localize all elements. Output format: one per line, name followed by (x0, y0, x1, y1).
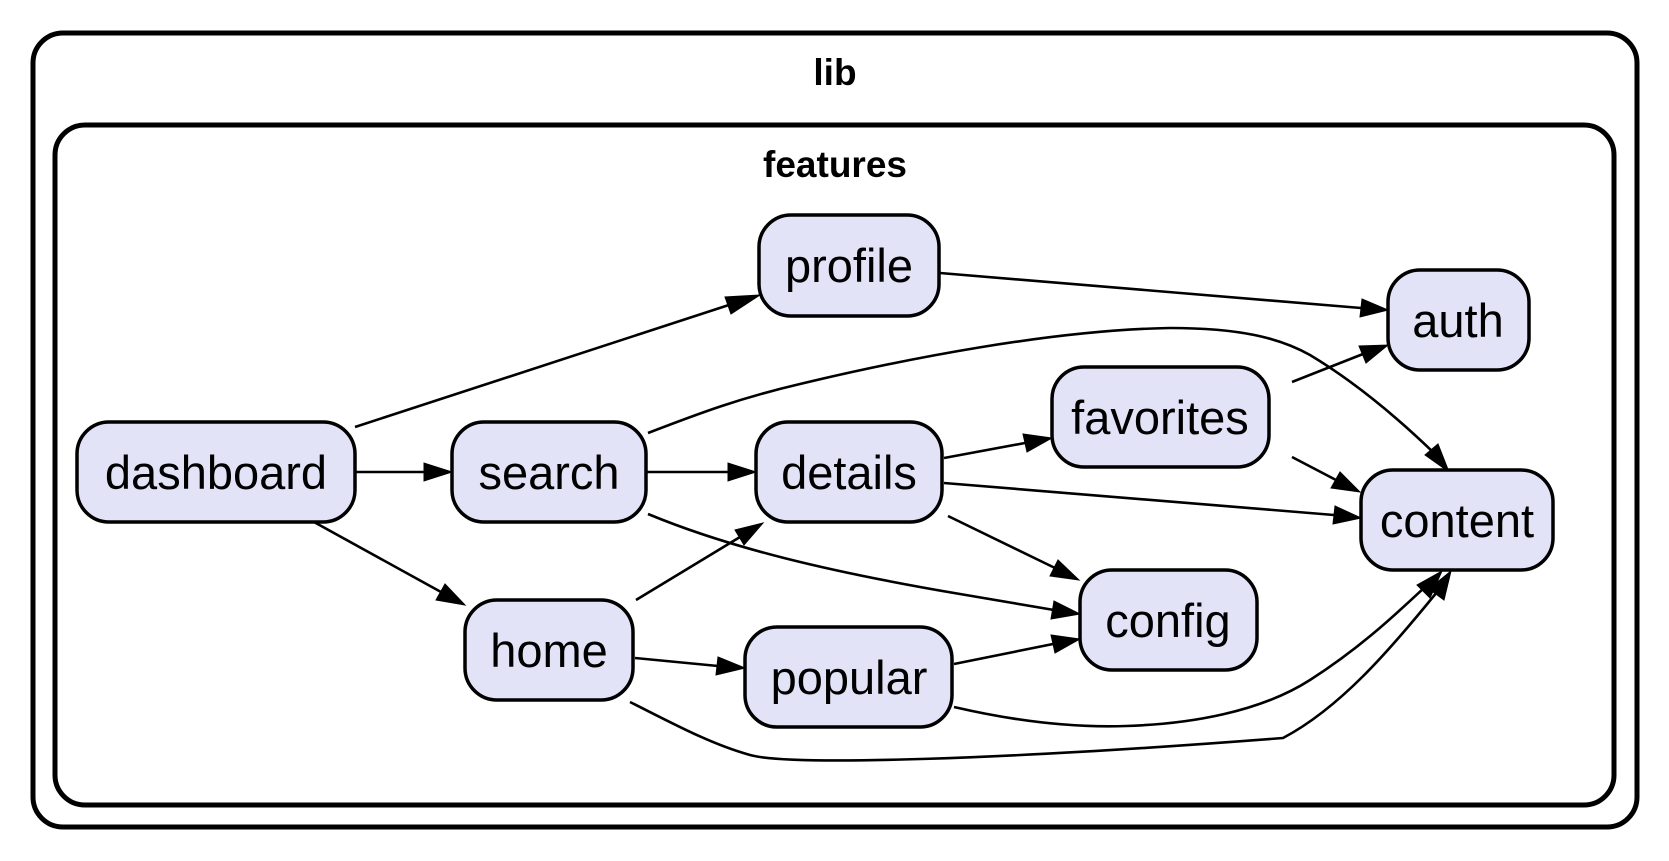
edge-details-favorites[interactable] (943, 433, 1054, 460)
edge-search-config[interactable] (647, 512, 1082, 620)
edge-details-content[interactable] (943, 481, 1363, 525)
node-home[interactable]: home (463, 598, 635, 702)
edge-line (1291, 352, 1364, 384)
node-label: home (490, 624, 608, 677)
edge-line (313, 520, 442, 594)
edge-line (943, 481, 1335, 517)
arrowhead-icon (1050, 600, 1082, 620)
node-content[interactable]: content (1359, 468, 1555, 572)
node-dashboard[interactable]: dashboard (75, 420, 357, 524)
edge-favorites-auth[interactable] (1291, 344, 1390, 384)
edge-line (943, 441, 1026, 460)
arrowhead-icon (435, 583, 467, 606)
edge-favorites-content[interactable] (1291, 455, 1362, 493)
arrowhead-icon (724, 294, 762, 315)
node-favorites[interactable]: favorites (1050, 365, 1271, 469)
arrowhead-icon (1359, 298, 1390, 318)
node-search[interactable]: search (450, 420, 648, 524)
arrowhead-icon (1358, 344, 1390, 364)
node-label: favorites (1071, 391, 1249, 444)
node-label: auth (1412, 294, 1503, 347)
arrowhead-icon (715, 656, 747, 676)
node-label: search (478, 446, 619, 499)
node-label: popular (771, 651, 928, 704)
node-label: content (1380, 494, 1534, 547)
arrowhead-icon (1049, 559, 1081, 581)
node-config[interactable]: config (1078, 568, 1259, 672)
edge-dashboard-search[interactable] (355, 462, 454, 482)
arrowhead-icon (1332, 505, 1363, 525)
dependency-graph: lib features dashboard search profile de… (30, 30, 1640, 830)
edge-dashboard-profile[interactable] (354, 294, 762, 429)
node-label: profile (785, 239, 913, 292)
edge-line (947, 514, 1056, 570)
arrowhead-icon (1330, 471, 1362, 493)
node-label: config (1105, 594, 1230, 647)
edge-line (634, 656, 719, 668)
arrowhead-icon (1022, 433, 1054, 453)
edge-details-config[interactable] (947, 514, 1081, 581)
edge-home-popular[interactable] (634, 656, 747, 676)
cluster-lib-label: lib (813, 52, 856, 93)
node-details[interactable]: details (754, 420, 944, 524)
arrowhead-icon (1050, 634, 1082, 654)
cluster-features-label: features (763, 144, 907, 185)
node-label: dashboard (105, 446, 327, 499)
node-profile[interactable]: profile (757, 213, 941, 318)
node-popular[interactable]: popular (743, 625, 954, 729)
node-label: details (781, 446, 917, 499)
edge-line (939, 271, 1362, 310)
edge-dashboard-home[interactable] (313, 520, 467, 606)
edge-line (953, 642, 1054, 666)
edge-line (635, 535, 741, 602)
edge-line (1291, 455, 1337, 482)
edge-profile-auth[interactable] (939, 271, 1390, 318)
arrowhead-icon (734, 522, 765, 546)
node-auth[interactable]: auth (1386, 268, 1531, 372)
edge-search-details[interactable] (646, 462, 758, 482)
edge-line (647, 512, 1055, 612)
edge-line (354, 301, 736, 429)
arrowhead-icon (727, 462, 758, 482)
arrowhead-icon (423, 462, 454, 482)
edge-popular-config[interactable] (953, 634, 1082, 666)
